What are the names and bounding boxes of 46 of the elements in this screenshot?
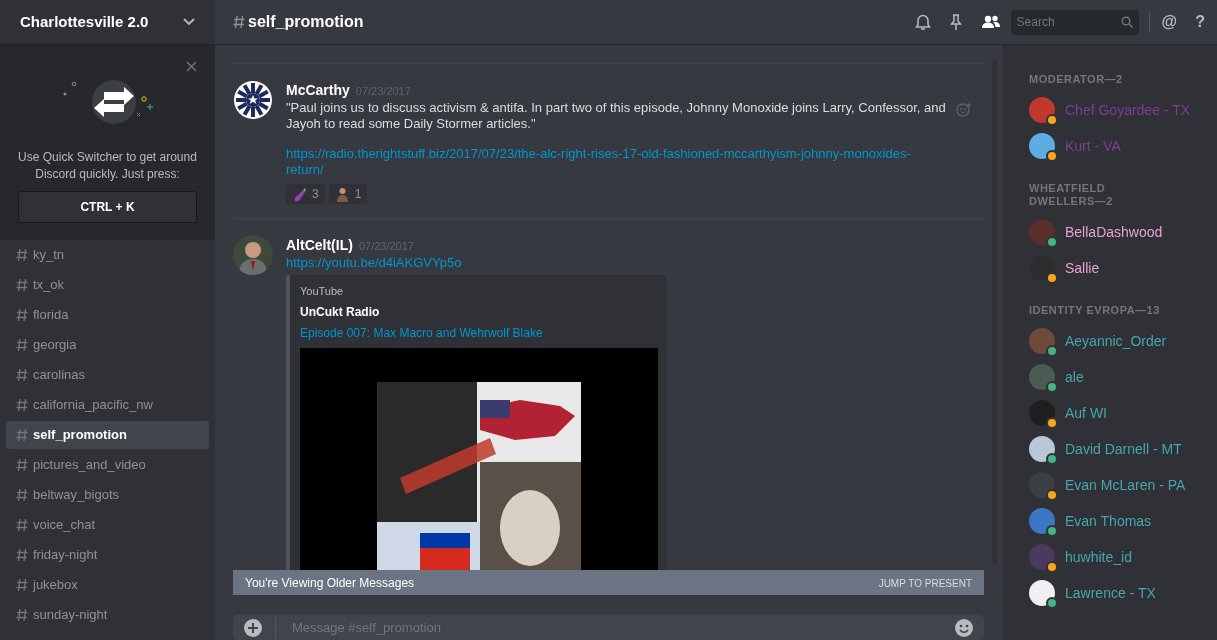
message-text: "Paul joins us to discuss activism & antifa. In part two of this episode, Johnny Monoxide joins Larry, Confessor, and Jayoh to read some Daily Stormer articles." <box>286 100 946 132</box>
message-link[interactable]: https://youtu.be/d4iAKGVYp5o <box>286 255 984 271</box>
member-name[interactable]: Evan Thomas <box>1065 510 1152 532</box>
channel-item[interactable]: tx_ok <box>6 271 209 299</box>
search-field[interactable]: Search <box>1010 9 1139 35</box>
reaction-button[interactable]: 1 <box>328 184 368 204</box>
mentions-icon[interactable]: @ <box>1161 10 1178 34</box>
channel-item[interactable]: carolinas <box>6 361 209 389</box>
shortcut-button[interactable]: CTRL + K <box>18 191 197 223</box>
channel-item[interactable]: voice_chat <box>6 511 209 539</box>
member-group-heading: MODERATOR—2 <box>1029 73 1124 86</box>
embed-provider: YouTube <box>300 284 345 299</box>
embed-link[interactable]: Episode 007: Max Macro and Wehrwolf Blake <box>300 323 658 342</box>
member-name[interactable]: Evan McLaren - PA <box>1065 474 1186 496</box>
author-name[interactable]: McCarthy <box>286 80 350 101</box>
channel-item[interactable]: california_pacific_nw <box>6 391 209 419</box>
channel-item[interactable]: ky_tn <box>6 241 209 269</box>
search-input[interactable]: Search <box>1016 13 1121 31</box>
channel-item[interactable]: georgia <box>6 331 209 359</box>
embed-title: UnCukt Radio <box>300 303 381 321</box>
quick-switcher-hint: Use Quick Switcher to get around Discord quickly. Just press: <box>17 149 198 183</box>
member-name[interactable]: Auf WI <box>1065 402 1107 424</box>
channel-item[interactable]: sunday-night <box>6 601 209 629</box>
member-name[interactable]: huwhite_id <box>1065 546 1132 568</box>
member-name[interactable]: Sallie <box>1065 257 1100 279</box>
server-name: Charlottesville 2.0 <box>20 11 149 32</box>
member-name[interactable]: David Darnell - MT <box>1065 438 1182 460</box>
member-name[interactable]: BellaDashwood <box>1065 221 1163 243</box>
channel-item[interactable]: pictures_and_video <box>6 451 209 479</box>
member-name[interactable]: Aeyannic_Order <box>1065 330 1167 352</box>
jump-to-present-link[interactable]: JUMP TO PRESENT <box>878 575 972 591</box>
channel-title: self_promotion <box>248 12 364 32</box>
message-link[interactable]: https://radio.therightstuff.biz/2017/07/23/the-alc-right-rises-17-old-fashioned-mccarthyism-johnny-monoxides-return/ <box>286 146 946 178</box>
channel-item[interactable]: beltway_bigots <box>6 481 209 509</box>
channel-item[interactable]: friday-night <box>6 541 209 569</box>
member-name[interactable]: Lawrence - TX <box>1065 582 1156 604</box>
author-name[interactable]: AltCelt(IL) <box>286 235 353 256</box>
reaction-button[interactable]: 3 <box>286 184 325 204</box>
member-name[interactable]: ale <box>1065 366 1084 388</box>
member-group-heading: WHEATFIELD DWELLERS—2 <box>1029 182 1114 208</box>
member-group-heading: IDENTITY EVROPA—13 <box>1029 304 1161 317</box>
banner-text: You're Viewing Older Messages <box>245 575 415 592</box>
channel-item[interactable]: jukebox <box>6 571 209 599</box>
help-icon[interactable]: ? <box>1195 10 1205 34</box>
channel-item[interactable]: florida <box>6 301 209 329</box>
channel-item[interactable]: self_promotion <box>6 421 209 449</box>
